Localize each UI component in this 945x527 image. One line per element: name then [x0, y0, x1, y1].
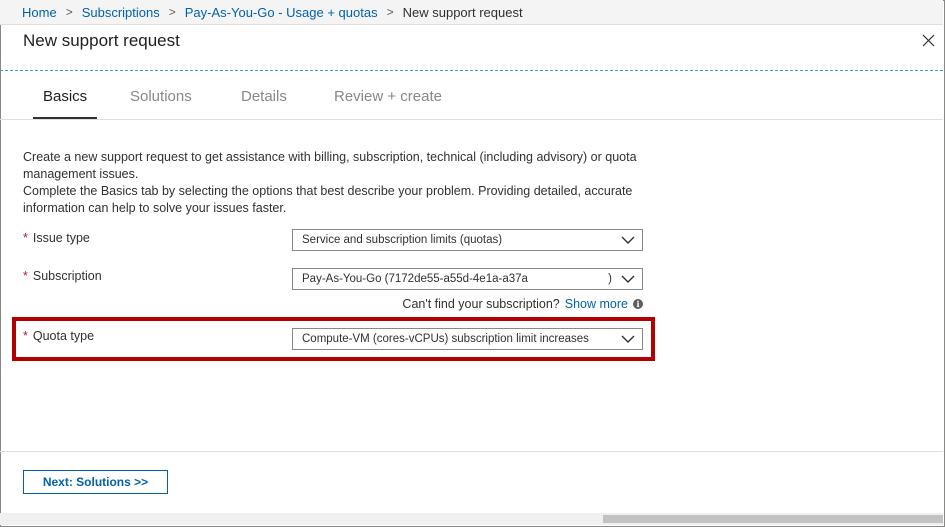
- subscription-hint-text: Can't find your subscription?: [402, 297, 560, 311]
- quota-type-value: Compute-VM (cores-vCPUs) subscription li…: [302, 333, 589, 345]
- page-title: New support request: [23, 31, 180, 50]
- required-marker: *: [23, 329, 28, 343]
- issue-type-dropdown[interactable]: Service and subscription limits (quotas): [292, 229, 643, 251]
- issue-type-label: * Issue type: [23, 231, 90, 245]
- info-icon[interactable]: i: [633, 299, 643, 309]
- blade-frame: [0, 0, 945, 527]
- chevron-down-icon: [621, 236, 635, 244]
- quota-type-dropdown[interactable]: Compute-VM (cores-vCPUs) subscription li…: [292, 328, 643, 350]
- scrollbar-thumb[interactable]: [603, 515, 943, 523]
- show-more-link[interactable]: Show more: [565, 297, 628, 311]
- horizontal-scrollbar[interactable]: [0, 513, 943, 525]
- footer-divider: [0, 451, 943, 452]
- quota-type-label: * Quota type: [23, 329, 94, 343]
- subscription-value: Pay-As-You-Go (7172de55-a55d-4e1a-a37a: [302, 273, 528, 285]
- required-marker: *: [23, 231, 28, 245]
- breadcrumb-separator: >: [65, 5, 73, 19]
- close-icon[interactable]: [919, 31, 939, 51]
- close-button[interactable]: [919, 31, 939, 51]
- intro-line-2: Complete the Basics tab by selecting the…: [23, 184, 633, 215]
- required-marker: *: [23, 269, 28, 283]
- breadcrumb: Home > Subscriptions > Pay-As-You-Go - U…: [0, 0, 943, 25]
- chevron-down-icon: [621, 335, 635, 343]
- issue-type-value: Service and subscription limits (quotas): [302, 234, 503, 246]
- issue-type-label-text: Issue type: [32, 231, 90, 245]
- subscription-hint: Can't find your subscription? Show more …: [402, 297, 643, 311]
- subscription-label: * Subscription: [23, 269, 102, 283]
- header-divider: [0, 70, 943, 71]
- tab-details[interactable]: Details: [241, 88, 287, 105]
- quota-type-label-text: Quota type: [32, 329, 95, 343]
- tabs-divider: [0, 119, 943, 120]
- subscription-dropdown[interactable]: Pay-As-You-Go (7172de55-a55d-4e1a-a37a ): [292, 268, 643, 290]
- breadcrumb-separator: >: [168, 5, 176, 19]
- breadcrumb-subscriptions[interactable]: Subscriptions: [82, 5, 160, 20]
- chevron-down-icon: [621, 275, 635, 283]
- intro-line-1: Create a new support request to get assi…: [23, 150, 637, 181]
- tab-solutions[interactable]: Solutions: [130, 88, 192, 105]
- intro-text: Create a new support request to get assi…: [23, 149, 683, 217]
- breadcrumb-current: New support request: [402, 4, 523, 20]
- breadcrumb-home[interactable]: Home: [22, 5, 57, 20]
- tab-basics[interactable]: Basics: [43, 88, 87, 105]
- breadcrumb-usage-quotas[interactable]: Pay-As-You-Go - Usage + quotas: [185, 5, 378, 20]
- breadcrumb-separator: >: [386, 5, 394, 19]
- subscription-label-text: Subscription: [32, 269, 102, 283]
- tab-review-create[interactable]: Review + create: [334, 88, 442, 105]
- subscription-value-suffix: ): [608, 273, 612, 285]
- next-solutions-button[interactable]: Next: Solutions >>: [23, 470, 168, 494]
